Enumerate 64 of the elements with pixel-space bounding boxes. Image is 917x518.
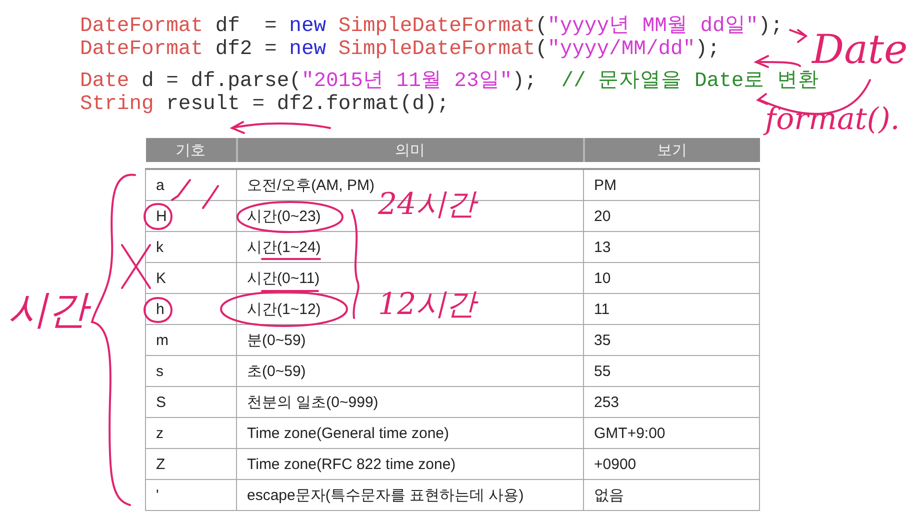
code-token: d = df.parse( xyxy=(140,70,302,93)
table-cell: z xyxy=(146,418,236,448)
table-cell: Time zone(General time zone) xyxy=(236,418,584,448)
table-cell: m xyxy=(146,324,236,356)
code-token: ( xyxy=(535,15,548,38)
table-cell: GMT+9:00 xyxy=(584,418,760,448)
table-cell: 시간(1~24) xyxy=(236,232,584,262)
table-cell: 55 xyxy=(584,356,760,386)
table-cell: 초(0~59) xyxy=(236,356,584,386)
code-token: new xyxy=(289,38,326,60)
code-comment: // 문자열을 Date로 변환 xyxy=(561,70,820,93)
handwritten-note: format(). xyxy=(765,105,900,135)
table-cell: ' xyxy=(146,480,236,510)
code-token: DateFormat xyxy=(80,38,204,60)
check-mark xyxy=(171,179,191,201)
table-cell: H xyxy=(146,200,236,232)
table-cell: PM xyxy=(584,169,760,200)
code-token: SimpleDateFormat xyxy=(338,15,536,38)
table-cell: h xyxy=(146,294,236,324)
code-token: ); xyxy=(695,38,720,60)
table-cell: 천분의 일초(0~999) xyxy=(236,386,584,418)
table-cell: S xyxy=(146,386,236,418)
underline-mark xyxy=(261,258,321,260)
code-token: df2 = xyxy=(214,38,278,60)
code-token: Date xyxy=(80,70,130,93)
table-cell: Z xyxy=(146,448,236,480)
code-token: df = xyxy=(214,15,278,38)
code-token: ); xyxy=(758,15,783,38)
code-token: String xyxy=(80,92,154,116)
cross-mark xyxy=(121,244,151,289)
column-header: 기호 xyxy=(146,138,236,162)
table-cell: +0900 xyxy=(584,448,760,480)
table-cell: K xyxy=(146,262,236,294)
code-token: DateFormat xyxy=(80,15,204,38)
table-cell: 분(0~59) xyxy=(236,324,584,356)
code-token: "yyyy/MM/dd" xyxy=(548,38,696,60)
circle-mark xyxy=(144,297,172,323)
code-token: SimpleDateFormat xyxy=(338,38,536,60)
arrow xyxy=(755,55,801,68)
table-cell: 10 xyxy=(584,262,760,294)
table-cell: k xyxy=(146,232,236,262)
arrow xyxy=(789,29,808,43)
code-token: result = df2.format(d); xyxy=(165,92,450,116)
handwritten-note: Date xyxy=(812,30,908,70)
table-cell: 35 xyxy=(584,324,760,356)
code-token: "2015년 11월 23일" xyxy=(301,70,512,93)
column-header: 보기 xyxy=(584,138,760,162)
table-cell: 13 xyxy=(584,232,760,262)
table-cell: 20 xyxy=(584,200,760,232)
check-mark xyxy=(202,185,219,209)
table-cell: 없음 xyxy=(584,480,760,510)
table-cell: 11 xyxy=(584,294,760,324)
table-cell: s xyxy=(146,356,236,386)
code-token: "yyyy년 MM월 dd일" xyxy=(548,15,758,38)
table-cell: Time zone(RFC 822 time zone) xyxy=(236,448,584,480)
table-cell: 253 xyxy=(584,386,760,418)
underline-mark xyxy=(261,290,319,292)
code-token: ); xyxy=(512,70,538,93)
code-token: new xyxy=(289,15,326,38)
column-header: 의미 xyxy=(236,138,584,162)
code-token: ( xyxy=(535,38,548,60)
table-cell: escape문자(특수문자를 표현하는데 사용) xyxy=(236,480,584,510)
circle-mark xyxy=(144,203,172,230)
table-cell: a xyxy=(146,169,236,200)
